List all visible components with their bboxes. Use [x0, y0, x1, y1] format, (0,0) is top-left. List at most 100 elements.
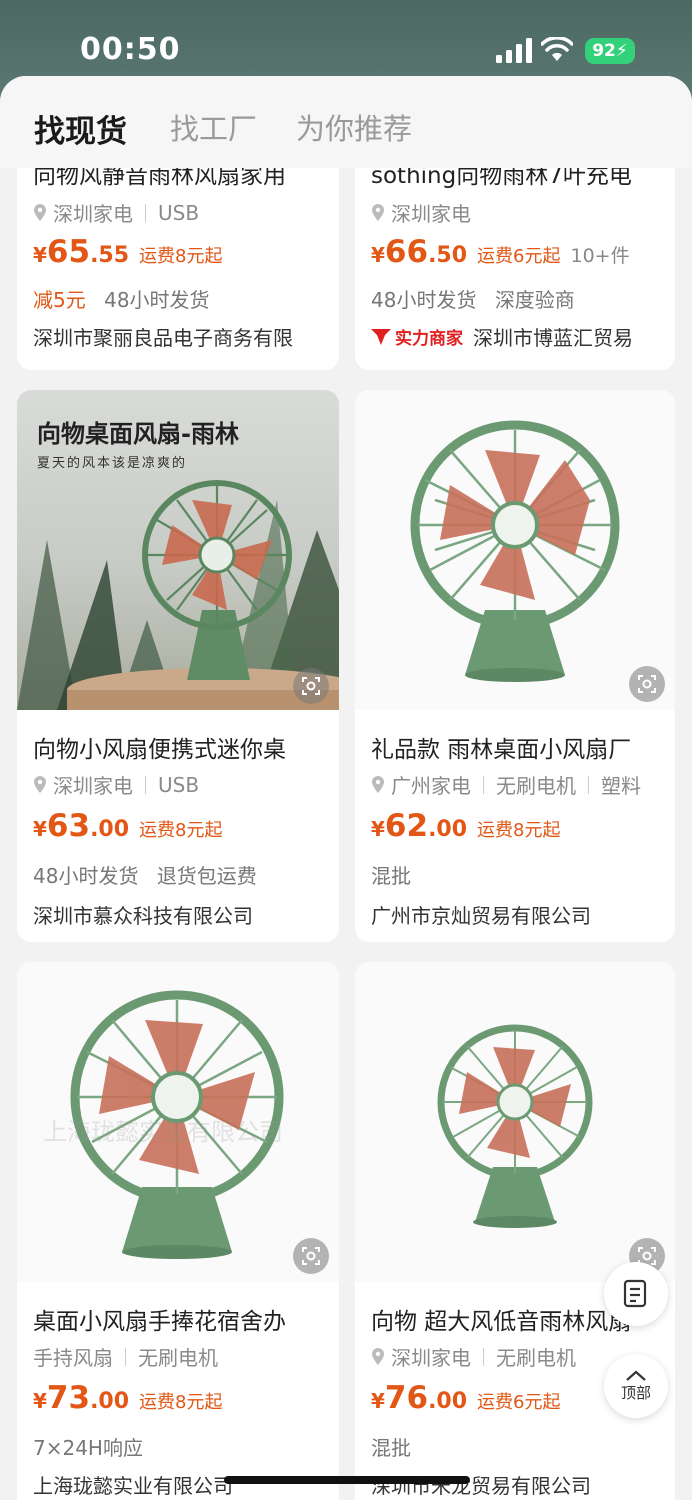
price-decimal: .00 — [428, 1389, 468, 1414]
company-name[interactable]: 深圳市慕众科技有限公司 — [33, 900, 339, 929]
currency-symbol: ¥ — [33, 243, 47, 267]
location-pin-icon — [372, 203, 384, 221]
company-name[interactable]: 上海珑懿实业有限公司 — [33, 1470, 339, 1499]
mixed-batch-tag: 混批 — [371, 864, 411, 888]
tab-find-stock[interactable]: 找现货 — [34, 106, 127, 151]
product-title[interactable]: 桌面小风扇手捧花宿舍办 — [33, 1302, 333, 1336]
product-sheet: 找现货 找工厂 为你推荐 向物风静音雨林风扇家用 深圳家电 USB ¥ 65 .… — [0, 76, 692, 1500]
wifi-icon — [541, 37, 573, 61]
battery-level: 92 — [592, 41, 616, 61]
response-tag: 7×24H响应 — [33, 1436, 143, 1460]
product-location: 深圳家电 — [53, 202, 133, 226]
product-meta: 深圳家电 无刷电机 — [371, 1342, 576, 1371]
product-image[interactable] — [355, 390, 675, 710]
mixed-batch-tag: 混批 — [371, 1436, 411, 1460]
badge-label: 实力商家 — [395, 329, 463, 349]
price-integer: 62 — [384, 808, 429, 844]
divider — [483, 1347, 484, 1366]
divider — [145, 203, 146, 222]
price-row: ¥ 76 .00 运费6元起 — [371, 1380, 561, 1416]
image-subtitle: 夏天的风本该是凉爽的 — [37, 456, 188, 471]
home-indicator[interactable] — [224, 1476, 470, 1484]
product-tags: 7×24H响应 — [33, 1432, 155, 1461]
product-title[interactable]: 向物小风扇便携式迷你桌 — [33, 730, 333, 764]
product-attr: 塑料 — [601, 774, 641, 798]
inquiry-list-button[interactable] — [604, 1262, 668, 1326]
company-name[interactable]: 广州市京灿贸易有限公司 — [371, 900, 675, 929]
company-name: 深圳市博蓝汇贸易 — [473, 326, 633, 350]
currency-symbol: ¥ — [371, 1389, 385, 1413]
delivery-tag: 48小时发货 — [371, 288, 477, 312]
image-search-icon — [302, 677, 320, 695]
status-time: 00:50 — [80, 32, 181, 67]
product-meta: 广州家电 无刷电机 塑料 — [371, 770, 641, 799]
product-meta: 深圳家电 — [371, 198, 471, 227]
price-decimal: .55 — [90, 243, 130, 268]
currency-symbol: ¥ — [371, 243, 385, 267]
company-name[interactable]: 深圳市聚丽良品电子商务有限 — [33, 322, 339, 351]
product-attr: USB — [158, 772, 200, 797]
price-row: ¥ 73 .00 运费8元起 — [33, 1380, 223, 1416]
location-pin-icon — [34, 775, 46, 793]
image-search-button[interactable] — [629, 666, 665, 702]
product-image[interactable]: 向物桌面风扇-雨林 夏天的风本该是凉爽的 — [17, 390, 339, 710]
product-tags: 减5元 48小时发货 — [33, 284, 222, 313]
price-decimal: .00 — [90, 1389, 130, 1414]
product-attr: 无刷电机 — [496, 774, 576, 798]
location-pin-icon — [34, 203, 46, 221]
fan-product-drawing — [410, 420, 620, 682]
product-tags: 混批 — [371, 1432, 423, 1461]
product-attr: 无刷电机 — [138, 1346, 218, 1370]
price-integer: 63 — [46, 808, 91, 844]
tab-bar: 找现货 找工厂 为你推荐 — [0, 76, 692, 168]
product-card[interactable]: 向物桌面风扇-雨林 夏天的风本该是凉爽的 向物小风扇便携式迷你桌 深圳家电 US… — [17, 390, 339, 942]
image-headline: 向物桌面风扇-雨林 — [37, 420, 239, 448]
shipping-fee: 运费8元起 — [139, 246, 223, 267]
product-image[interactable]: 上海珑懿实业有限公司 — [17, 962, 339, 1282]
product-title[interactable]: 礼品款 雨林桌面小风扇厂 — [371, 730, 671, 764]
discount-tag: 减5元 — [33, 288, 86, 312]
price-decimal: .00 — [90, 817, 130, 842]
strength-badge-icon — [371, 328, 391, 345]
fan-product-drawing — [437, 1024, 593, 1228]
product-location: 深圳家电 — [391, 202, 471, 226]
battery-indicator: 92⚡ — [585, 38, 635, 64]
currency-symbol: ¥ — [33, 817, 47, 841]
product-location: 广州家电 — [391, 774, 471, 798]
product-tags: 48小时发货 深度验商 — [371, 284, 587, 313]
product-card[interactable]: 上海珑懿实业有限公司 桌面小风扇手捧花宿舍办 手持风扇 无刷电机 ¥ 73 .0… — [17, 962, 339, 1500]
return-tag: 退货包运费 — [156, 864, 257, 888]
product-attr: 无刷电机 — [496, 1346, 576, 1370]
price-integer: 73 — [46, 1380, 91, 1416]
location-pin-icon — [372, 775, 384, 793]
shipping-fee: 运费8元起 — [139, 820, 223, 841]
price-row: ¥ 65 .55 运费8元起 — [33, 234, 223, 270]
image-search-button[interactable] — [293, 1238, 329, 1274]
product-location: 深圳家电 — [391, 1346, 471, 1370]
signal-icon — [496, 38, 532, 63]
chevron-up-icon — [626, 1370, 646, 1381]
image-search-icon — [302, 1247, 320, 1265]
price-integer: 76 — [384, 1380, 429, 1416]
product-meta: 深圳家电 USB — [33, 198, 199, 227]
sold-count: 10+件 — [570, 245, 630, 267]
back-to-top-button[interactable]: 顶部 — [604, 1354, 668, 1418]
image-watermark: 上海珑懿实业有限公司 — [43, 1118, 283, 1146]
product-tags: 48小时发货 退货包运费 — [33, 860, 269, 889]
product-image[interactable] — [355, 962, 675, 1282]
product-card[interactable]: 礼品款 雨林桌面小风扇厂 广州家电 无刷电机 塑料 ¥ 62 .00 运费8元起… — [355, 390, 675, 942]
divider — [145, 775, 146, 794]
image-search-button[interactable] — [293, 668, 329, 704]
company-name[interactable]: 深圳市米龙贸易有限公司 — [371, 1470, 675, 1499]
company-row[interactable]: 实力商家 深圳市博蓝汇贸易 — [371, 322, 675, 351]
tab-find-factory[interactable]: 找工厂 — [170, 106, 257, 148]
tab-recommend[interactable]: 为你推荐 — [296, 106, 412, 148]
divider — [125, 1347, 126, 1366]
shipping-fee: 运费6元起 — [477, 1392, 561, 1413]
product-meta: 手持风扇 无刷电机 — [33, 1342, 218, 1371]
image-search-icon — [638, 675, 656, 693]
product-card[interactable]: 向物 超大风低音雨林风扇 深圳家电 无刷电机 ¥ 76 .00 运费6元起 混批… — [355, 962, 675, 1500]
shipping-fee: 运费6元起 — [477, 246, 561, 267]
product-attr: USB — [158, 200, 200, 225]
divider — [483, 775, 484, 794]
